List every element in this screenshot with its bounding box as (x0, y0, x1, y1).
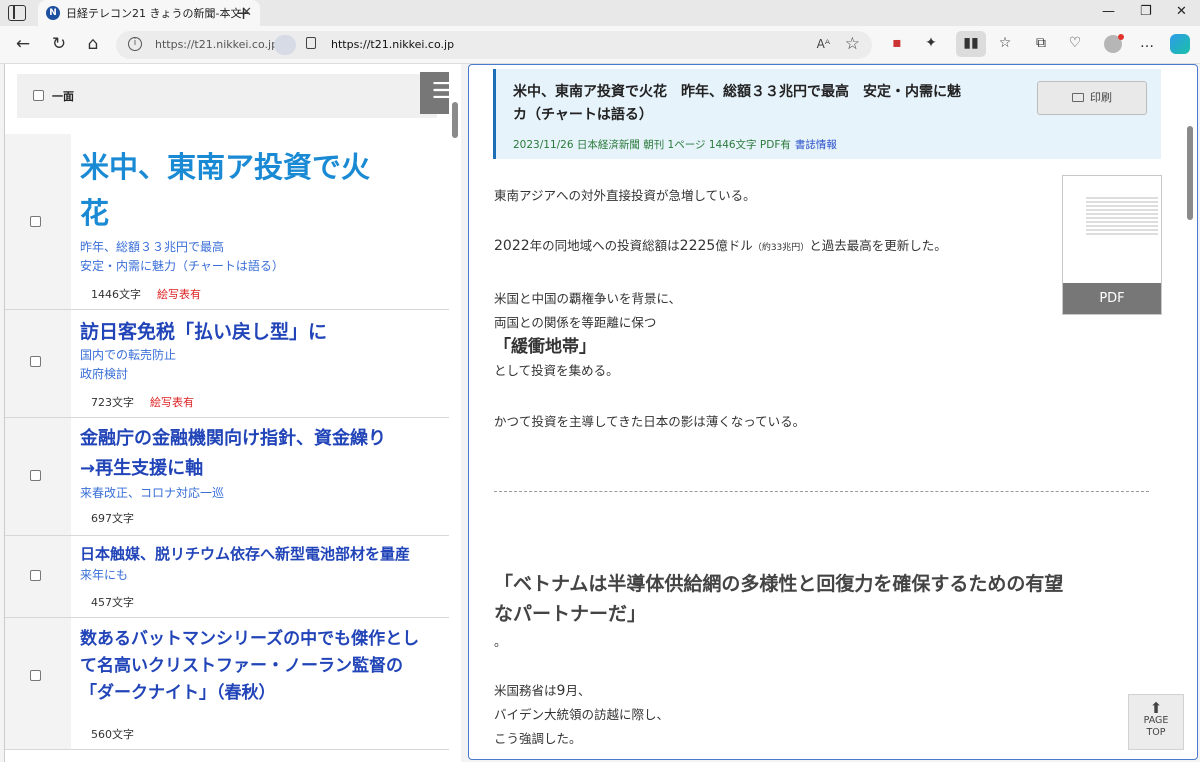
lock-icon[interactable] (306, 37, 316, 49)
split-screen-icon[interactable]: ▮▮ (960, 35, 982, 51)
section-divider (494, 491, 1149, 492)
tab-actions-icon[interactable] (8, 5, 26, 21)
article-meta: 1446文字 絵写表有 (91, 286, 201, 302)
article-title[interactable]: 金融庁の金融機関向け指針、資金繰り →再生支援に軸 (80, 424, 432, 484)
tab-title: 日経テレコン21 きょうの新聞-本文 (66, 7, 241, 20)
pull-quote: 「ベトナムは半導体供給網の多様性と回復力を確保するための有望 なパートナーだ」 (494, 573, 1064, 625)
article-checkbox[interactable] (30, 570, 41, 581)
article-checkbox[interactable] (30, 356, 41, 367)
tracking-prevention-icon[interactable] (274, 35, 296, 55)
paragraph: 米国務省は9月、 バイデン大統領の訪越に際し、 こう強調した。 (494, 683, 670, 746)
menu-icon[interactable]: ☰ (420, 72, 449, 114)
new-tab-icon[interactable]: + (236, 3, 251, 24)
pdf-thumbnail[interactable]: PDF (1062, 175, 1162, 315)
pdf-page-preview (1086, 195, 1158, 235)
list-item[interactable]: 米中、東南ア投資で火 花 昨年、総額３３兆円で最高 安定・内需に魅力（チャートは… (5, 134, 449, 310)
quote-end: 。 (494, 634, 507, 649)
site-info-icon[interactable]: i (128, 37, 142, 51)
section-header: 一面 ☰ (17, 72, 449, 118)
back-icon[interactable]: ← (12, 34, 34, 54)
section-label: 一面 (52, 90, 74, 103)
restore-icon[interactable]: ❐ (1140, 4, 1152, 19)
article-subtitle: 来春改正、コロナ対応一巡 (80, 486, 225, 500)
browser-essentials-icon[interactable]: ♡ (1064, 35, 1086, 51)
list-item[interactable]: 訪日客免税「払い戻し型」に 国内での転売防止 政府検討 723文字 絵写表有 (5, 310, 449, 418)
extension-icon[interactable]: ▪ (886, 35, 908, 51)
home-icon[interactable]: ⌂ (82, 34, 104, 54)
list-item[interactable]: 日本触媒、脱リチウム依存へ新型電池部材を量産 来年にも 457文字 (5, 536, 449, 618)
article-checkbox[interactable] (30, 470, 41, 481)
article-checkbox[interactable] (30, 670, 41, 681)
left-scrollbar-thumb[interactable] (452, 102, 458, 138)
figure-badge: 絵写表有 (157, 288, 201, 301)
favorite-star-icon[interactable]: ☆ (845, 34, 860, 54)
keyword-highlight: 「緩衝地帯」 (494, 337, 596, 357)
article-subtitle: 来年にも (80, 568, 129, 582)
article-list-pane: 一面 ☰ 米中、東南ア投資で火 花 昨年、総額３３兆円で最高 安定・内需に魅力（… (4, 64, 449, 762)
article-title[interactable]: 訪日客免税「払い戻し型」に (80, 318, 432, 346)
article-meta: 697文字 (91, 510, 134, 526)
article-meta: 560文字 (91, 726, 134, 742)
print-button[interactable]: 印刷 (1037, 81, 1147, 115)
window-close-icon[interactable]: ✕ (1176, 4, 1187, 19)
article-subtitle: 国内での転売防止 政府検討 (80, 348, 177, 381)
char-count: 457文字 (91, 596, 134, 609)
arrow-up-icon: ⬆ (1149, 699, 1163, 717)
select-all-checkbox[interactable] (33, 90, 44, 101)
paragraph: 米国と中国の覇権争いを背景に、 両国との関係を等距離に保つ 「緩衝地帯」 として… (494, 291, 682, 378)
article-pane: 米中、東南ア投資で火花 昨年、総額３３兆円で最高 安定・内需に魅 カ（チャートは… (468, 64, 1198, 760)
address-bar[interactable]: i https://t21.nikkei.co.jp https://t21.n… (116, 31, 872, 59)
article-title[interactable]: 数あるバットマンシリーズの中でも傑作とし て名高いクリストファー・ノーラン監督の… (80, 626, 432, 707)
article-subtitle: 昨年、総額３３兆円で最高 安定・内需に魅力（チャートは語る） (80, 240, 284, 273)
paragraph: 2022年の同地域への投資総額は2225億ドル（約33兆円）と過去最高を更新した… (494, 238, 947, 254)
article-headline: 米中、東南ア投資で火花 昨年、総額３３兆円で最高 安定・内需に魅 カ（チャートは… (513, 84, 961, 123)
tab-bar: N 日経テレコン21 きょうの新聞-本文 ✕ + — ❐ ✕ (0, 0, 1200, 26)
article-title[interactable]: 日本触媒、脱リチウム依存へ新型電池部材を量産 (80, 544, 440, 564)
paragraph: 東南アジアへの対外直接投資が急増している。 (494, 188, 756, 203)
article-meta: 2023/11/26 日本経済新聞 朝刊 1ページ 1446文字 PDF有 書誌情… (513, 139, 837, 151)
profile-notification-badge (1118, 34, 1124, 40)
biblio-link[interactable]: 書誌情報 (795, 139, 837, 151)
checkbox-column (5, 618, 71, 749)
left-scrollbar[interactable] (449, 64, 461, 762)
article-title[interactable]: 米中、東南ア投資で火 花 (80, 144, 432, 236)
extensions-puzzle-icon[interactable]: ✦ (920, 35, 942, 51)
pdf-button[interactable]: PDF (1063, 283, 1161, 314)
article-header: 米中、東南ア投資で火花 昨年、総額３３兆円で最高 安定・内需に魅 カ（チャートは… (493, 69, 1161, 159)
read-aloud-icon[interactable]: Aᴬ (817, 37, 830, 51)
address-url[interactable]: https://t21.nikkei.co.jp (331, 38, 454, 51)
minimize-icon[interactable]: — (1102, 4, 1115, 19)
char-count: 723文字 (91, 396, 134, 409)
char-count: 697文字 (91, 512, 134, 525)
page-top-button[interactable]: ⬆ PAGE TOP (1128, 694, 1184, 750)
address-host: https://t21.nikkei.co.jp (155, 38, 279, 51)
collections-icon[interactable]: ⧉ (1030, 35, 1052, 51)
copilot-icon[interactable] (1170, 34, 1190, 54)
nikkei-favicon-icon: N (46, 6, 60, 20)
more-options-icon[interactable]: … (1136, 35, 1158, 51)
browser-tab[interactable]: N 日経テレコン21 きょうの新聞-本文 ✕ (38, 0, 260, 26)
printer-icon (1072, 93, 1084, 102)
figure-badge: 絵写表有 (150, 396, 194, 409)
article-checkbox[interactable] (30, 216, 41, 227)
favorites-icon[interactable]: ☆ (994, 35, 1016, 51)
browser-toolbar: ← ↻ ⌂ i https://t21.nikkei.co.jp https:/… (0, 26, 1200, 64)
list-item[interactable]: 数あるバットマンシリーズの中でも傑作とし て名高いクリストファー・ノーラン監督の… (5, 618, 449, 750)
paragraph: かつて投資を主導してきた日本の影は薄くなっている。 (494, 414, 806, 429)
list-item[interactable]: 金融庁の金融機関向け指針、資金繰り →再生支援に軸 来春改正、コロナ対応一巡 6… (5, 418, 449, 536)
article-meta: 457文字 (91, 594, 134, 610)
char-count: 560文字 (91, 728, 134, 741)
article-meta: 723文字 絵写表有 (91, 394, 194, 410)
reload-icon[interactable]: ↻ (48, 34, 70, 54)
right-scrollbar-thumb[interactable] (1187, 126, 1193, 220)
char-count: 1446文字 (91, 288, 141, 301)
